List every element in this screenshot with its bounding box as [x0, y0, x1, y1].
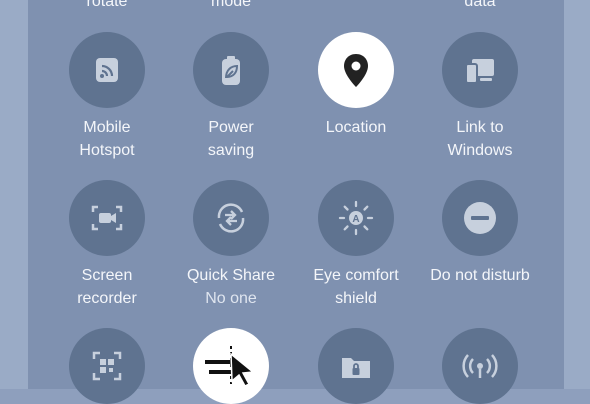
tile-label-line1: Power — [208, 119, 254, 136]
tile-power-saving[interactable]: Power saving — [169, 32, 293, 162]
tile-secure-folder-button[interactable] — [318, 328, 394, 404]
tile-label-mode: mode — [210, 0, 252, 10]
pointer-icon — [205, 346, 255, 387]
power-saving-icon — [222, 56, 240, 85]
tile-label-line1: Mobile — [83, 119, 131, 136]
tile-do-not-disturb[interactable]: Do not disturb — [418, 180, 542, 287]
tile-label-line1: Quick Share — [186, 267, 276, 284]
secure-folder-icon — [342, 358, 370, 378]
location-pin-icon — [344, 54, 368, 87]
quick-share-icon — [217, 203, 245, 233]
quick-settings-panel: rotate mode data Mobile Hotspot Power sa… — [28, 0, 564, 404]
tile-label-line2: Hotspot — [79, 142, 135, 159]
tile-nearby-button[interactable] — [442, 328, 518, 404]
tile-label-rotate: rotate — [86, 0, 128, 10]
tile-location[interactable]: Location — [294, 32, 418, 139]
tile-quick-share[interactable]: Quick Share No one — [169, 180, 293, 310]
svg-text:A: A — [352, 214, 359, 225]
tile-qr-scanner[interactable] — [45, 328, 169, 404]
do-not-disturb-icon — [464, 202, 496, 234]
tile-label-data: data — [464, 0, 496, 10]
tile-nearby[interactable] — [418, 328, 542, 404]
tile-do-not-disturb-button[interactable] — [442, 180, 518, 256]
tile-label-line1: Location — [325, 119, 387, 136]
tile-label-line1: Link to — [456, 119, 504, 136]
tile-mobile-hotspot[interactable]: Mobile Hotspot — [45, 32, 169, 162]
background-left — [0, 0, 28, 389]
tile-label-line1: Do not disturb — [430, 267, 530, 284]
tile-label-line2: recorder — [77, 290, 137, 307]
tile-screen-recorder-button[interactable] — [69, 180, 145, 256]
tile-mobile-hotspot-button[interactable] — [69, 32, 145, 108]
tile-label-line1: Eye comfort — [313, 267, 399, 284]
tile-screen-recorder[interactable]: Screen recorder — [45, 180, 169, 310]
tile-link-to-windows-button[interactable] — [442, 32, 518, 108]
tile-eye-comfort-shield[interactable]: A Eye comfort shield — [294, 180, 418, 310]
link-to-windows-icon — [465, 59, 494, 84]
qr-scanner-icon — [92, 351, 122, 381]
background-right — [564, 0, 590, 389]
tile-link-to-windows[interactable]: Link to Windows — [418, 32, 542, 162]
tile-location-button[interactable] — [318, 32, 394, 108]
tile-label-line2: saving — [207, 142, 255, 159]
tile-label-line2: shield — [335, 290, 377, 307]
tile-quick-share-button[interactable] — [193, 180, 269, 256]
eye-comfort-icon: A — [338, 200, 374, 236]
screen-recorder-icon — [91, 205, 123, 231]
tile-pointer[interactable] — [169, 328, 293, 404]
tile-eye-comfort-shield-button[interactable]: A — [318, 180, 394, 256]
tile-pointer-button[interactable] — [193, 328, 269, 404]
tile-label-line1: Screen — [81, 267, 133, 284]
tile-secure-folder[interactable] — [294, 328, 418, 404]
tile-qr-scanner-button[interactable] — [69, 328, 145, 404]
tile-power-saving-button[interactable] — [193, 32, 269, 108]
nearby-icon — [462, 354, 498, 378]
tile-sublabel: No one — [205, 290, 257, 307]
hotspot-icon — [96, 58, 118, 82]
tile-label-line2: Windows — [447, 142, 513, 159]
